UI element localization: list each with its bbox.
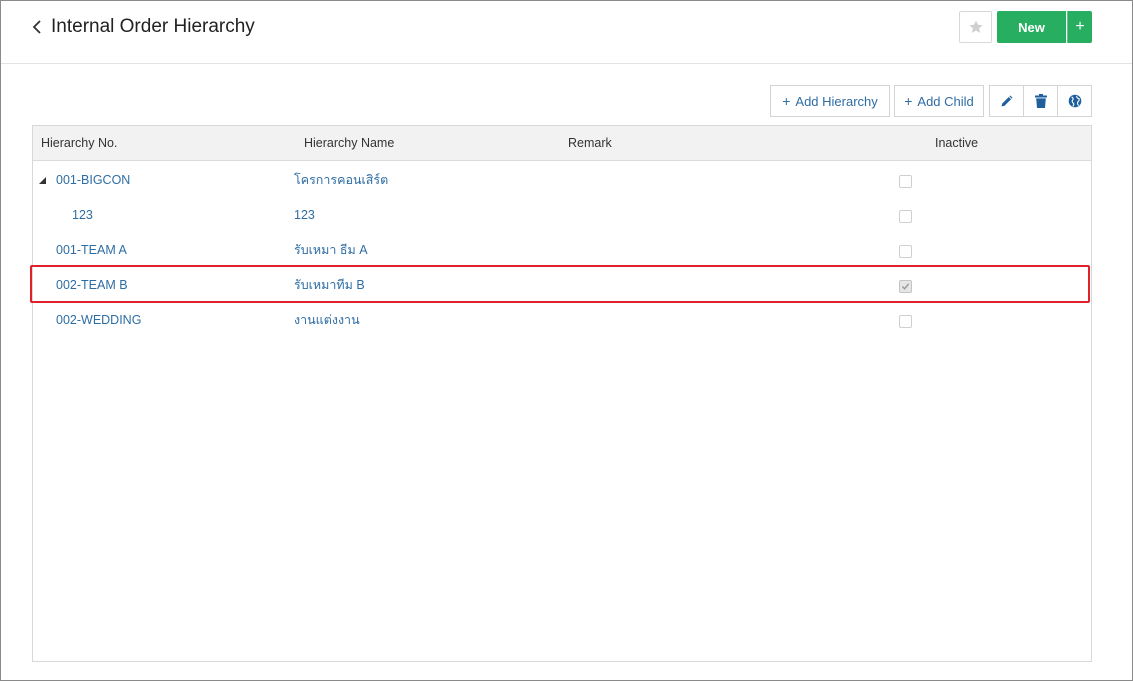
inactive-checkbox[interactable] bbox=[899, 210, 912, 223]
table-row[interactable]: 001-BIGCON โครการคอนเสิร์ต bbox=[33, 163, 1091, 198]
table-row[interactable]: 002-TEAM B รับเหมาทีม B bbox=[33, 268, 1091, 303]
column-header-inactive[interactable]: Inactive bbox=[935, 126, 978, 161]
hierarchy-name-cell[interactable]: รับเหมาทีม B bbox=[294, 268, 365, 303]
inactive-checkbox[interactable] bbox=[899, 315, 912, 328]
add-child-button[interactable]: + Add Child bbox=[894, 85, 984, 117]
hierarchy-no-cell[interactable]: 001-BIGCON bbox=[56, 163, 130, 198]
new-button[interactable]: New bbox=[997, 11, 1066, 43]
action-icon-group bbox=[989, 85, 1092, 117]
hierarchy-no-cell[interactable]: 002-TEAM B bbox=[56, 268, 128, 303]
column-header-hierarchy-name[interactable]: Hierarchy Name bbox=[304, 126, 394, 161]
hierarchy-name-cell[interactable]: โครการคอนเสิร์ต bbox=[294, 163, 388, 198]
plus-icon: + bbox=[782, 93, 791, 109]
back-button[interactable] bbox=[28, 15, 46, 39]
chevron-left-icon bbox=[32, 20, 41, 34]
page-header: Internal Order Hierarchy New + bbox=[1, 1, 1132, 64]
table-row[interactable]: 002-WEDDING งานแต่งงาน bbox=[33, 303, 1091, 338]
hierarchy-no-cell[interactable]: 001-TEAM A bbox=[56, 233, 127, 268]
column-header-hierarchy-no[interactable]: Hierarchy No. bbox=[41, 126, 117, 161]
hierarchy-name-cell[interactable]: 123 bbox=[294, 198, 315, 233]
checkmark-icon bbox=[901, 283, 910, 290]
hierarchy-table: Hierarchy No. Hierarchy Name Remark Inac… bbox=[32, 125, 1092, 662]
add-child-label: Add Child bbox=[917, 93, 974, 109]
hierarchy-name-cell[interactable]: งานแต่งงาน bbox=[294, 303, 360, 338]
table-row[interactable]: 001-TEAM A รับเหมา ธีม A bbox=[33, 233, 1091, 268]
inactive-checkbox[interactable] bbox=[899, 245, 912, 258]
new-dropdown-button[interactable]: + bbox=[1067, 11, 1092, 43]
language-button[interactable] bbox=[1058, 86, 1091, 116]
inactive-checkbox[interactable] bbox=[899, 175, 912, 188]
table-header: Hierarchy No. Hierarchy Name Remark Inac… bbox=[33, 126, 1091, 161]
globe-icon bbox=[1068, 94, 1081, 108]
trash-icon bbox=[1034, 94, 1047, 108]
edit-button[interactable] bbox=[990, 86, 1024, 116]
hierarchy-name-cell[interactable]: รับเหมา ธีม A bbox=[294, 233, 368, 268]
triangle-expanded-icon bbox=[38, 177, 46, 184]
app-window: Internal Order Hierarchy New + + Add Hie… bbox=[0, 0, 1133, 681]
inactive-checkbox[interactable] bbox=[899, 280, 912, 293]
plus-icon: + bbox=[904, 93, 913, 109]
pencil-icon bbox=[1001, 94, 1013, 106]
delete-button[interactable] bbox=[1024, 86, 1058, 116]
page-title: Internal Order Hierarchy bbox=[51, 16, 255, 37]
add-hierarchy-button[interactable]: + Add Hierarchy bbox=[770, 85, 890, 117]
favorite-button[interactable] bbox=[959, 11, 992, 43]
table-row[interactable]: 123 123 bbox=[33, 198, 1091, 233]
hierarchy-no-cell[interactable]: 123 bbox=[72, 198, 93, 233]
column-header-remark[interactable]: Remark bbox=[568, 126, 612, 161]
expand-toggle[interactable] bbox=[37, 163, 47, 198]
add-hierarchy-label: Add Hierarchy bbox=[795, 93, 878, 109]
star-icon bbox=[968, 20, 983, 33]
hierarchy-no-cell[interactable]: 002-WEDDING bbox=[56, 303, 141, 338]
